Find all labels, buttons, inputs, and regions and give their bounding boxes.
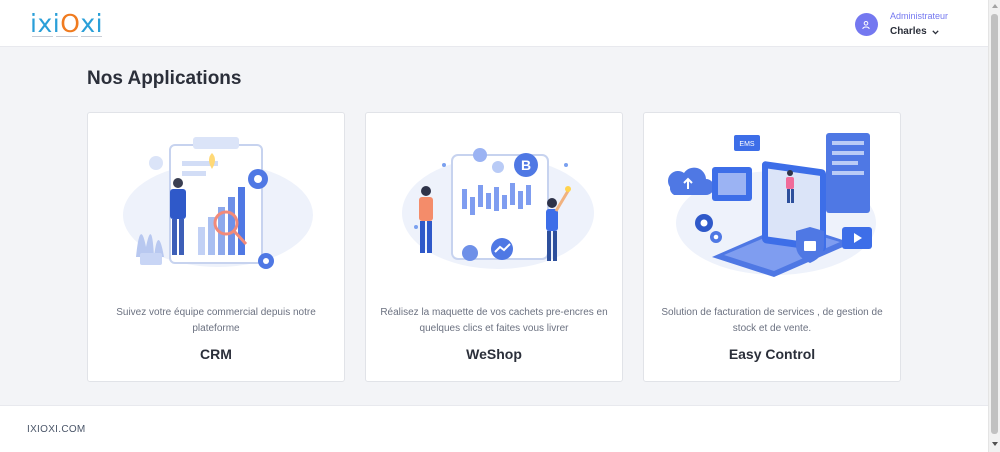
scroll-down-arrow-icon[interactable] [991,440,999,448]
scroll-up-arrow-icon[interactable] [991,2,999,10]
cloud-upload-icon [668,167,714,195]
app-description: Solution de facturation de services , de… [661,307,883,334]
app-card-weshop[interactable]: B Réalisez la maquette de vos cachets pr… [365,112,623,382]
app-name[interactable]: CRM [88,346,344,362]
app-name[interactable]: WeShop [366,346,622,362]
gear-icon [248,169,268,189]
app-description: Suivez votre équipe commercial depuis no… [116,307,316,334]
app-name[interactable]: Easy Control [644,346,900,362]
page-title: Nos Applications [87,68,242,89]
user-avatar-icon[interactable] [854,13,878,36]
svg-text:EMS: EMS [739,141,755,148]
logo-tagline [32,36,102,38]
chevron-down-icon [931,29,939,35]
top-bar: ixiOxi Administrateur Charles [0,0,988,47]
footer: IXIOXI.COM [0,405,988,452]
user-role: Administrateur [889,11,948,21]
app-description: Réalisez la maquette de vos cachets pre-… [380,307,608,334]
brand-logo[interactable]: ixiOxi [30,8,103,38]
weshop-illustration: B [402,148,594,269]
scrollbar-thumb[interactable] [991,14,998,434]
bitcoin-icon: B [514,153,538,177]
easy-control-illustration: EMS [668,133,876,277]
app-card-crm[interactable]: Suivez votre équipe commercial depuis no… [87,112,345,382]
svg-text:B: B [521,157,531,173]
app-card-easy-control[interactable]: EMS Solution de facturation de services … [643,112,901,382]
page-scrollbar[interactable] [988,0,1000,452]
crm-illustration [123,137,313,269]
user-menu[interactable]: Administrateur Charles [854,10,948,39]
footer-copyright[interactable]: IXIOXI.COM [27,424,86,435]
user-name: Charles [889,26,927,37]
logo-text: ixiOxi [30,9,104,38]
user-name-dropdown[interactable]: Charles [890,25,948,39]
